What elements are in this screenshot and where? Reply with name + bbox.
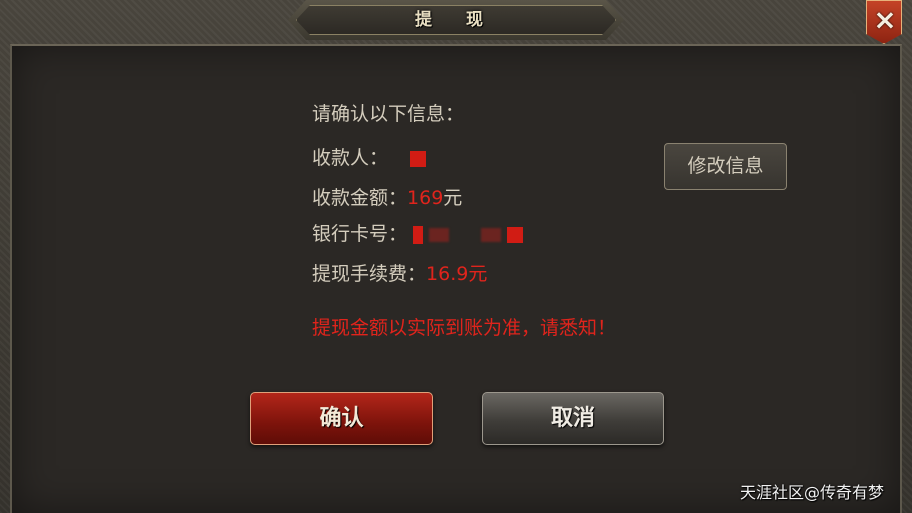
amount-value: 169 <box>407 187 444 209</box>
confirm-button[interactable]: 确认 <box>250 392 433 445</box>
cancel-button[interactable]: 取消 <box>482 392 664 445</box>
payee-label: 收款人： <box>312 147 389 169</box>
card-redaction-blur-2 <box>481 227 502 242</box>
card-label: 银行卡号： <box>312 223 408 245</box>
fee-value: 16.9 <box>426 263 469 285</box>
amount-unit: 元 <box>443 187 463 209</box>
payee-row: 收款人： <box>312 144 427 172</box>
withdraw-dialog-screen: 提 现 × 请确认以下信息： 收款人： 收款金额：169元 银行卡号： 提现手续… <box>0 0 912 513</box>
close-icon[interactable]: × <box>867 3 902 37</box>
fee-label: 提现手续费： <box>312 263 427 285</box>
amount-row: 收款金额：169元 <box>312 184 462 212</box>
amount-label: 收款金额： <box>312 187 408 209</box>
card-redaction-end <box>507 226 524 243</box>
card-redaction-blur-1 <box>429 227 450 242</box>
card-row: 银行卡号： <box>312 220 524 248</box>
fee-unit: 元 <box>468 263 488 285</box>
payee-redaction <box>410 150 427 167</box>
modify-info-button[interactable]: 修改信息 <box>664 143 787 190</box>
fee-row: 提现手续费：16.9元 <box>312 260 487 288</box>
watermark: 天涯社区@传奇有梦 <box>740 483 885 502</box>
card-redaction-start <box>413 225 424 244</box>
dialog-title: 提 现 <box>415 10 497 30</box>
withdraw-notice: 提现金额以实际到账为准，请悉知！ <box>312 317 617 339</box>
info-header: 请确认以下信息： <box>312 103 465 125</box>
